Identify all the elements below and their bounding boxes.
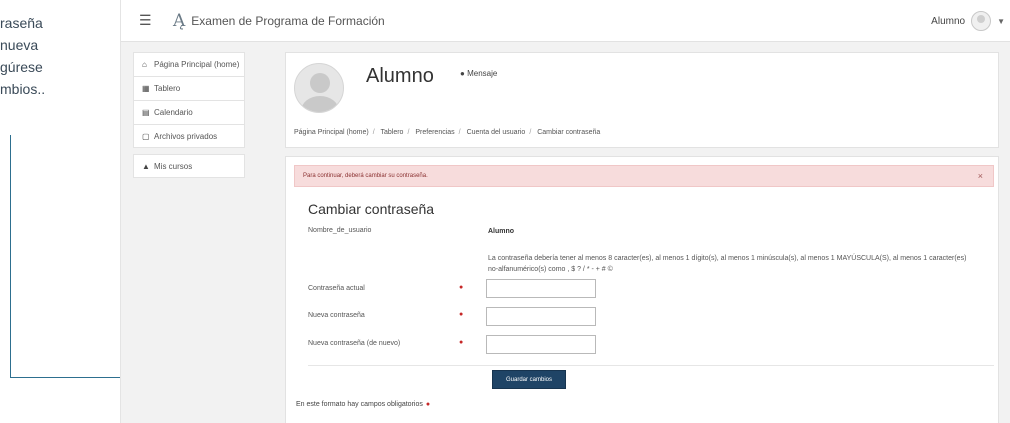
sidebar-item-label: Archivos privados bbox=[154, 131, 218, 141]
sidebar-item-private-files[interactable]: ▢ Archivos privados bbox=[133, 124, 245, 148]
sidebar-item-label: Mis cursos bbox=[154, 161, 193, 171]
file-icon: ▢ bbox=[142, 131, 150, 141]
annotation-line-3: gúrese bbox=[0, 59, 43, 75]
new-password-label: Nueva contraseña bbox=[308, 312, 365, 319]
sidebar-nav: ⌂ Página Principal (home) ▦ Tablero ▤ Ca… bbox=[133, 52, 245, 184]
annotation-line-4: mbios.. bbox=[0, 81, 46, 97]
breadcrumb-separator: / bbox=[529, 129, 532, 136]
graduation-cap-icon: ▲ bbox=[142, 161, 150, 171]
sidebar-item-label: Tablero bbox=[154, 84, 181, 93]
sidebar-item-calendar[interactable]: ▤ Calendario bbox=[133, 100, 245, 124]
current-password-input[interactable] bbox=[486, 279, 596, 298]
save-changes-button[interactable]: Guardar cambios bbox=[492, 370, 566, 389]
form-divider bbox=[308, 365, 994, 366]
username-value: Alumno bbox=[488, 228, 515, 235]
username-label: Nombre_de_usuario bbox=[308, 227, 372, 234]
sidebar-group-courses: ▲ Mis cursos bbox=[133, 154, 245, 178]
annotation-line-1: raseña bbox=[0, 15, 43, 31]
screenshot-root: raseña nueva gúrese mbios.. ☰ Ą Examen d… bbox=[0, 0, 1010, 423]
new-password-again-input[interactable] bbox=[486, 335, 596, 354]
breadcrumb-item[interactable]: Preferencias bbox=[415, 129, 454, 136]
user-menu[interactable]: Alumno ▼ bbox=[931, 11, 1005, 31]
sidebar-item-my-courses[interactable]: ▲ Mis cursos bbox=[133, 154, 245, 178]
new-password-again-label: Nueva contraseña (de nuevo) bbox=[308, 340, 401, 347]
user-avatar-icon bbox=[971, 11, 992, 31]
password-policy-text: La contraseña debería tener al menos 8 c… bbox=[488, 255, 967, 273]
current-password-label: Contraseña actual bbox=[308, 285, 365, 292]
profile-avatar bbox=[294, 63, 344, 113]
hamburger-icon[interactable]: ☰ bbox=[139, 12, 157, 29]
change-password-card: Para continuar, deberá cambiar su contra… bbox=[285, 156, 999, 423]
avatar-body-shape bbox=[301, 96, 339, 112]
required-fields-note-text: En este formato hay campos obligatorios bbox=[296, 401, 423, 408]
dashboard-icon: ▦ bbox=[142, 84, 150, 93]
required-icon: ● bbox=[459, 284, 464, 291]
app-window: ☰ Ą Examen de Programa de Formación Alum… bbox=[120, 0, 1010, 423]
breadcrumb-item[interactable]: Tablero bbox=[380, 129, 403, 136]
breadcrumb-separator: / bbox=[372, 129, 375, 136]
breadcrumb-item[interactable]: Página Principal (home) bbox=[294, 129, 369, 136]
password-change-alert: Para continuar, deberá cambiar su contra… bbox=[294, 165, 994, 187]
calendar-icon: ▤ bbox=[142, 108, 150, 117]
required-icon: ● bbox=[459, 311, 464, 318]
breadcrumb-separator: / bbox=[458, 129, 461, 136]
close-icon[interactable]: × bbox=[978, 171, 983, 181]
alert-text: Para continuar, deberá cambiar su contra… bbox=[303, 173, 428, 179]
required-icon: ● bbox=[459, 339, 464, 346]
site-logo-icon: Ą bbox=[173, 10, 186, 31]
form-title: Cambiar contraseña bbox=[308, 201, 435, 217]
sidebar-item-label: Página Principal (home) bbox=[154, 60, 240, 69]
home-icon: ⌂ bbox=[142, 60, 147, 69]
sidebar-group-main: ⌂ Página Principal (home) ▦ Tablero ▤ Ca… bbox=[133, 52, 245, 148]
required-fields-note: En este formato hay campos obligatorios ● bbox=[296, 401, 430, 408]
breadcrumb-item[interactable]: Cuenta del usuario bbox=[467, 129, 526, 136]
annotation-line-2: nueva bbox=[0, 37, 39, 53]
sidebar-item-home[interactable]: ⌂ Página Principal (home) bbox=[133, 52, 245, 76]
site-brand[interactable]: Ą Examen de Programa de Formación bbox=[173, 11, 385, 31]
sidebar-item-dashboard[interactable]: ▦ Tablero bbox=[133, 76, 245, 100]
breadcrumb-separator: / bbox=[407, 129, 410, 136]
avatar-head-shape bbox=[310, 73, 330, 93]
message-link[interactable]: ● Mensaje bbox=[460, 69, 497, 78]
annotation-text: raseña nueva gúrese mbios.. bbox=[0, 12, 110, 100]
breadcrumb: Página Principal (home) / Tablero / Prefer… bbox=[294, 129, 600, 136]
sidebar-item-label: Calendario bbox=[154, 108, 193, 117]
chevron-down-icon: ▼ bbox=[997, 16, 1005, 26]
breadcrumb-current: Cambiar contraseña bbox=[537, 129, 601, 136]
required-icon: ● bbox=[425, 401, 431, 408]
message-link-label: Mensaje bbox=[467, 69, 498, 78]
speech-bubble-icon: ● bbox=[460, 69, 465, 78]
top-navbar: ☰ Ą Examen de Programa de Formación Alum… bbox=[121, 0, 1010, 42]
user-menu-name: Alumno bbox=[931, 15, 966, 27]
callout-line-vertical bbox=[10, 135, 11, 377]
profile-name: Alumno bbox=[366, 65, 434, 87]
new-password-input[interactable] bbox=[486, 307, 596, 326]
site-title: Examen de Programa de Formación bbox=[191, 13, 385, 28]
profile-header: Alumno ● Mensaje Página Principal (home)… bbox=[285, 52, 999, 148]
